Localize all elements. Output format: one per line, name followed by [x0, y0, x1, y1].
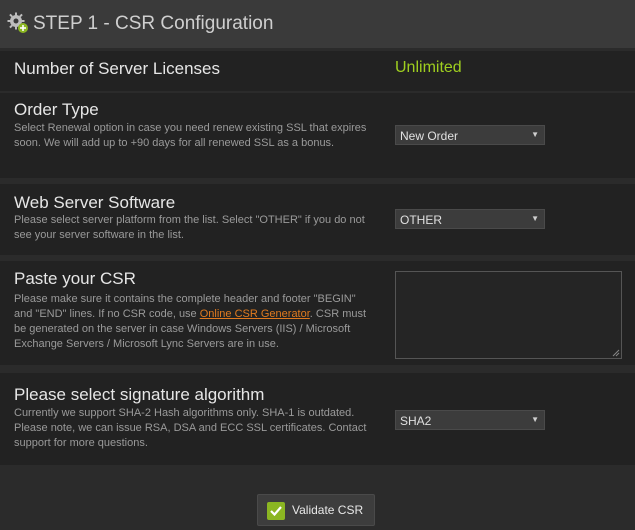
order-type-selected: New Order [400, 129, 459, 143]
csr-description: Please make sure it contains the complet… [14, 292, 369, 352]
validate-csr-button[interactable]: Validate CSR [257, 494, 375, 526]
web-server-label: Web Server Software [14, 193, 176, 212]
licenses-value: Unlimited [395, 59, 462, 76]
caret-down-icon: ▼ [531, 214, 539, 223]
signature-select[interactable]: SHA2 ▼ [395, 410, 545, 430]
gear-icon [7, 12, 28, 33]
licenses-label: Number of Server Licenses [14, 59, 220, 78]
web-server-description: Please select server platform from the l… [14, 214, 365, 241]
signature-description: Currently we support SHA-2 Hash algorith… [14, 407, 367, 449]
page-header: STEP 1 - CSR Configuration [0, 0, 635, 48]
licenses-row: Number of Server Licenses Unlimited [0, 51, 635, 91]
web-server-selected: OTHER [400, 213, 442, 227]
signature-label: Please select signature algorithm [14, 385, 265, 404]
order-type-row: Order Type Select Renewal option in case… [0, 93, 635, 178]
csr-textarea[interactable] [395, 271, 622, 359]
page-title: STEP 1 - CSR Configuration [33, 13, 274, 34]
caret-down-icon: ▼ [531, 415, 539, 424]
web-server-select[interactable]: OTHER ▼ [395, 209, 545, 229]
signature-selected: SHA2 [400, 414, 432, 428]
caret-down-icon: ▼ [531, 130, 539, 139]
validate-csr-label: Validate CSR [292, 503, 364, 517]
order-type-label: Order Type [14, 100, 99, 119]
web-server-row: Web Server Software Please select server… [0, 184, 635, 255]
order-type-description: Select Renewal option in case you need r… [14, 122, 367, 149]
resize-grip-icon[interactable] [612, 349, 620, 357]
order-type-select[interactable]: New Order ▼ [395, 125, 545, 145]
check-icon [267, 502, 285, 520]
signature-row: Please select signature algorithm Curren… [0, 373, 635, 465]
csr-generator-link[interactable]: Online CSR Generator [200, 308, 310, 320]
csr-label: Paste your CSR [14, 269, 136, 288]
